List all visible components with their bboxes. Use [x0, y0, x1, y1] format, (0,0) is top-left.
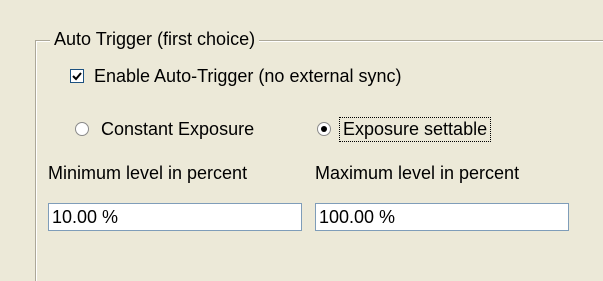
minimum-level-input[interactable] [48, 203, 302, 231]
enable-auto-trigger-checkbox[interactable]: Enable Auto-Trigger (no external sync) [70, 64, 402, 88]
radio-dot-icon [321, 126, 327, 132]
maximum-level-input[interactable] [315, 203, 569, 231]
exposure-settable-radio[interactable]: Exposure settable [317, 116, 492, 142]
minimum-level-label: Minimum level in percent [48, 163, 248, 183]
radio-unselected-icon[interactable] [75, 122, 89, 136]
group-title: Auto Trigger (first choice) [50, 29, 260, 50]
constant-exposure-label[interactable]: Constant Exposure [101, 119, 254, 140]
constant-exposure-radio[interactable]: Constant Exposure [75, 117, 254, 141]
maximum-level-label: Maximum level in percent [315, 163, 520, 183]
radio-selected[interactable] [317, 122, 331, 136]
enable-auto-trigger-label[interactable]: Enable Auto-Trigger (no external sync) [94, 66, 402, 87]
checkbox-box[interactable] [70, 69, 84, 83]
check-icon [72, 72, 82, 81]
exposure-settable-label[interactable]: Exposure settable [339, 116, 492, 142]
